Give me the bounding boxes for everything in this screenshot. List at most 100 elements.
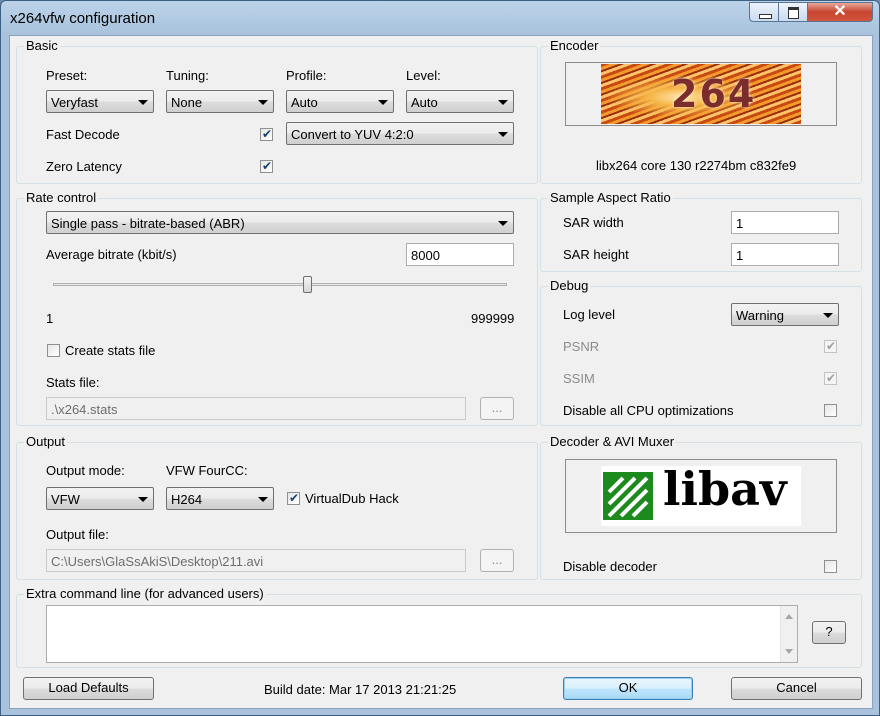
zero-latency-checkbox[interactable]: ✔ xyxy=(260,159,273,173)
load-defaults-button[interactable]: Load Defaults xyxy=(23,677,154,700)
basic-group-title: Basic xyxy=(24,38,60,53)
stats-file-label: Stats file: xyxy=(46,375,100,390)
rate-mode-value: Single pass - bitrate-based (ABR) xyxy=(51,216,245,231)
sar-width-label: SAR width xyxy=(563,215,624,230)
extra-cmdline-input[interactable] xyxy=(46,605,798,663)
ok-button[interactable]: OK xyxy=(563,677,693,700)
chevron-down-icon xyxy=(823,313,833,318)
window-title: x264vfw configuration xyxy=(10,10,156,27)
rate-mode-dropdown[interactable]: Single pass - bitrate-based (ABR) xyxy=(46,211,514,234)
maximize-button[interactable] xyxy=(778,2,808,22)
output-file-value: C:\Users\GlaSsAkiS\Desktop\211.avi xyxy=(51,554,264,569)
sar-width-value: 1 xyxy=(736,216,744,231)
chevron-down-icon xyxy=(498,132,508,137)
chevron-down-icon xyxy=(498,221,508,226)
fourcc-label: VFW FourCC: xyxy=(166,463,248,478)
log-level-dropdown[interactable]: Warning xyxy=(731,303,839,326)
preset-label: Preset: xyxy=(46,68,88,83)
stats-browse-button[interactable]: ... xyxy=(480,397,514,420)
decoder-group-title: Decoder & AVI Muxer xyxy=(548,434,677,449)
libav-mark-icon xyxy=(603,472,653,520)
tuning-label: Tuning: xyxy=(166,68,209,83)
chevron-down-icon xyxy=(138,497,148,502)
log-level-label: Log level xyxy=(563,307,616,322)
help-button[interactable]: ? xyxy=(812,621,846,644)
check-icon: ✔ xyxy=(825,339,837,353)
slider-max-label: 999999 xyxy=(471,311,515,326)
profile-dropdown[interactable]: Auto xyxy=(286,90,394,113)
create-stats-checkbox[interactable] xyxy=(47,344,60,357)
build-date: Build date: Mar 17 2013 21:21:25 xyxy=(264,682,457,697)
check-icon: ✔ xyxy=(261,127,273,141)
sar-height-value: 1 xyxy=(736,248,744,263)
dialog-client-area: Basic Preset: Tuning: Profile: Level: Ve… xyxy=(9,35,873,709)
decoder-group: Decoder & AVI Muxer libav Disable decode… xyxy=(540,434,862,580)
fourcc-dropdown[interactable]: H264 xyxy=(166,487,274,510)
bitrate-slider-thumb[interactable] xyxy=(303,276,312,293)
encoder-group: Encoder 264 libx264 core 130 r2274bm c83… xyxy=(540,38,862,184)
chevron-down-icon xyxy=(258,497,268,502)
preset-dropdown[interactable]: Veryfast xyxy=(46,90,154,113)
output-file-label: Output file: xyxy=(46,527,109,542)
scroll-up-icon[interactable] xyxy=(785,614,793,619)
rate-control-group-title: Rate control xyxy=(24,190,99,205)
ssim-checkbox[interactable]: ✔ xyxy=(824,371,837,385)
sar-group-title: Sample Aspect Ratio xyxy=(548,190,673,205)
sar-height-label: SAR height xyxy=(563,247,629,262)
title-bar[interactable]: x264vfw configuration ✕ xyxy=(1,1,879,35)
tuning-dropdown[interactable]: None xyxy=(166,90,274,113)
profile-value: Auto xyxy=(291,95,318,110)
rate-control-group: Rate control Single pass - bitrate-based… xyxy=(16,190,538,426)
level-label: Level: xyxy=(406,68,441,83)
log-level-value: Warning xyxy=(736,308,784,323)
psnr-checkbox[interactable]: ✔ xyxy=(824,339,837,353)
disable-decoder-checkbox[interactable] xyxy=(824,560,837,573)
output-mode-value: VFW xyxy=(51,492,80,507)
slider-min-label: 1 xyxy=(46,311,54,326)
disable-decoder-label: Disable decoder xyxy=(563,559,657,574)
disable-cpu-checkbox[interactable] xyxy=(824,404,837,417)
libav-logo-frame: libav xyxy=(565,459,837,533)
check-icon: ✔ xyxy=(261,159,273,173)
encoder-group-title: Encoder xyxy=(548,38,601,53)
chevron-down-icon xyxy=(138,100,148,105)
sar-height-input[interactable]: 1 xyxy=(731,243,839,266)
profile-label: Profile: xyxy=(286,68,327,83)
output-mode-dropdown[interactable]: VFW xyxy=(46,487,154,510)
output-group-title: Output xyxy=(24,434,68,449)
scroll-down-icon[interactable] xyxy=(785,649,793,654)
bitrate-slider-track[interactable] xyxy=(53,283,507,286)
disable-cpu-label: Disable all CPU optimizations xyxy=(563,403,734,418)
libav-logo: libav xyxy=(601,462,801,526)
colorspace-dropdown[interactable]: Convert to YUV 4:2:0 xyxy=(286,122,514,145)
vdub-hack-label: VirtualDub Hack xyxy=(305,491,399,506)
dialog-window: x264vfw configuration ✕ Basic Preset: Tu… xyxy=(0,0,880,716)
create-stats-label: Create stats file xyxy=(65,343,156,358)
fast-decode-checkbox[interactable]: ✔ xyxy=(260,127,273,141)
tuning-value: None xyxy=(171,95,203,110)
stats-file-input[interactable]: .\x264.stats xyxy=(46,397,466,420)
level-dropdown[interactable]: Auto xyxy=(406,90,514,113)
extra-cmdline-group: Extra command line (for advanced users) … xyxy=(16,586,862,668)
extra-cmdline-scrollbar[interactable] xyxy=(780,606,797,662)
minimize-button[interactable] xyxy=(749,2,779,22)
output-file-input[interactable]: C:\Users\GlaSsAkiS\Desktop\211.avi xyxy=(46,549,466,572)
vdub-hack-checkbox[interactable]: ✔ xyxy=(287,491,300,505)
output-group: Output Output mode: VFW FourCC: VFW H264… xyxy=(16,434,538,580)
libav-logo-text: libav xyxy=(663,462,787,516)
sar-width-input[interactable]: 1 xyxy=(731,211,839,234)
level-value: Auto xyxy=(411,95,438,110)
debug-group-title: Debug xyxy=(548,278,591,293)
x264-logo-frame: 264 xyxy=(565,62,837,126)
close-button[interactable]: ✕ xyxy=(807,2,873,22)
output-browse-button[interactable]: ... xyxy=(480,549,514,572)
cancel-button[interactable]: Cancel xyxy=(731,677,862,700)
x264-logo-text: 264 xyxy=(671,72,757,116)
bitrate-input[interactable]: 8000 xyxy=(406,243,514,266)
fast-decode-label: Fast Decode xyxy=(46,127,120,142)
minimize-icon xyxy=(759,14,772,19)
chevron-down-icon xyxy=(498,100,508,105)
check-icon: ✔ xyxy=(825,371,837,385)
bitrate-value: 8000 xyxy=(411,248,440,263)
encoder-version: libx264 core 130 r2274bm c832fe9 xyxy=(596,158,797,173)
